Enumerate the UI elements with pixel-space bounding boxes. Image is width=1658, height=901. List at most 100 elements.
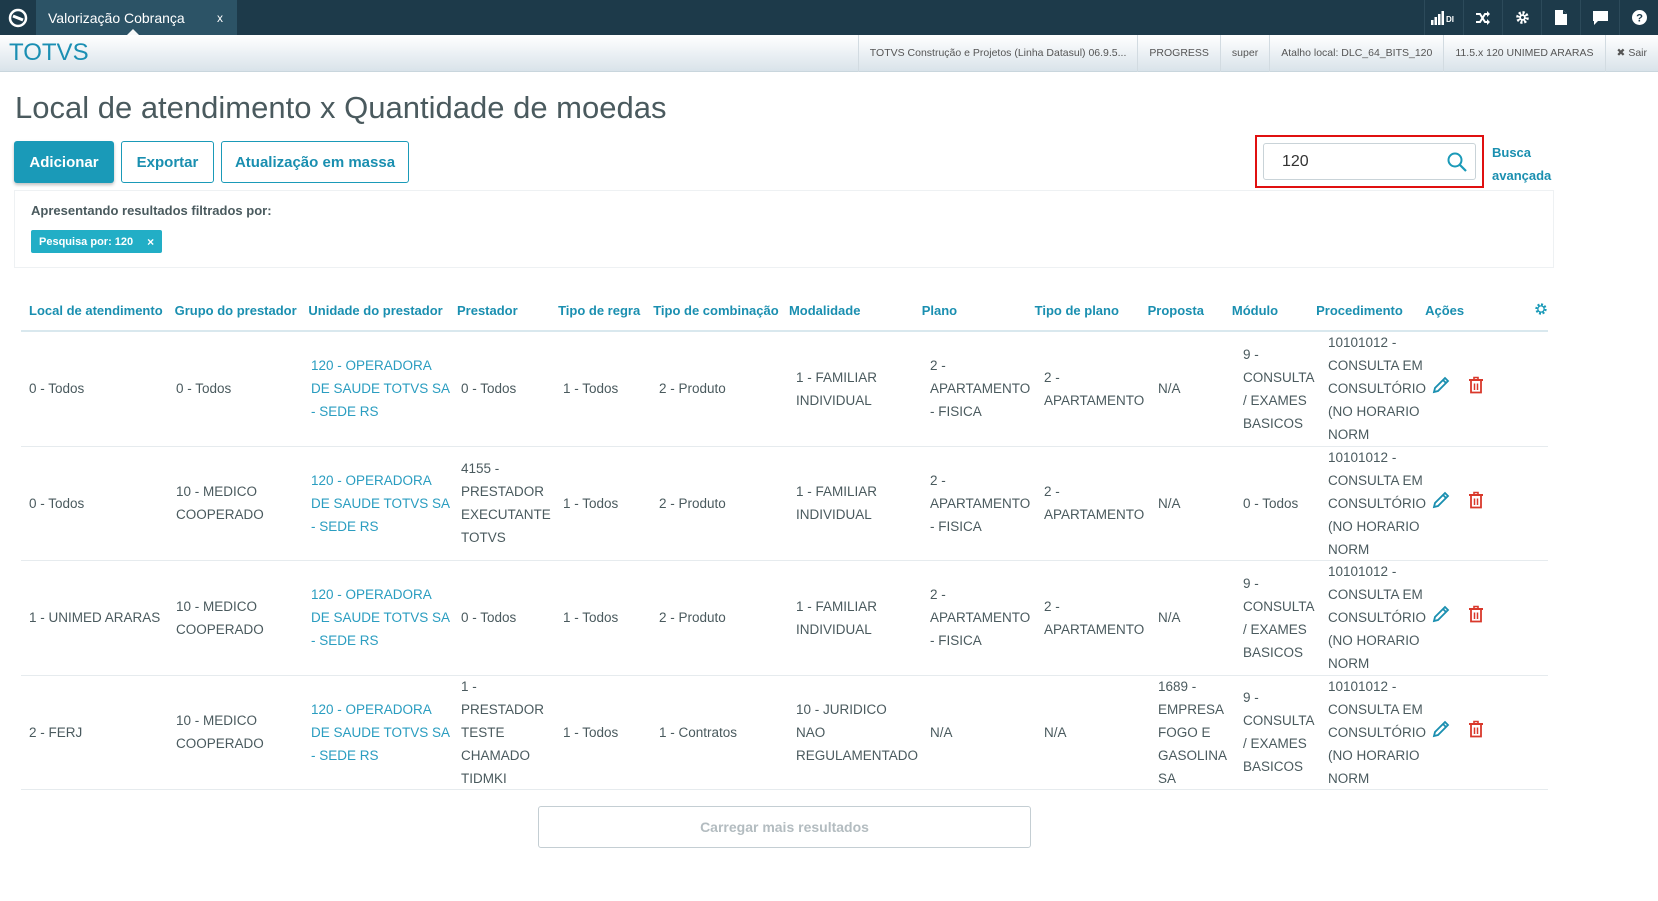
cell-line: PRESTADOR <box>461 484 545 500</box>
search-icon[interactable] <box>1447 152 1467 172</box>
delete-icon[interactable] <box>1468 491 1484 516</box>
edit-icon[interactable] <box>1432 491 1450 516</box>
cell-line: CONSULTA <box>1243 713 1315 729</box>
cell-procedimento: 10101012 - CONSULTA EM CONSULTÓRIO (NO HORA… <box>1320 560 1430 675</box>
gear-icon[interactable] <box>1502 0 1541 35</box>
column-header[interactable]: Procedimento <box>1308 303 1417 318</box>
column-header[interactable]: Tipo de combinação <box>645 303 781 318</box>
cell-unidade[interactable]: 120 - OPERADORA DE SAUDE TOTVS SA - SEDE R… <box>303 354 453 423</box>
cell-line: INDIVIDUAL <box>796 392 872 408</box>
cell-line: (NO HORARIO <box>1328 518 1420 534</box>
tab-valorizacao-cobranca[interactable]: Valorização Cobrança x <box>36 0 237 36</box>
search-input[interactable]: 120 <box>1263 143 1476 180</box>
cell-grupo: 0 - Todos <box>168 377 303 400</box>
cell-tipo-regra: 1 - Todos <box>555 606 651 629</box>
signal-icon[interactable]: DI <box>1424 0 1463 35</box>
cell-grupo: 10 - MEDICO COOPERADO <box>168 480 303 526</box>
brand-logo: TOTVS <box>9 39 89 66</box>
cell-line: APARTAMENTO <box>1044 621 1145 637</box>
remove-filter-icon[interactable]: × <box>147 235 154 249</box>
column-header[interactable]: Unidade do prestador <box>300 303 449 318</box>
row-actions <box>1430 720 1548 745</box>
table-row[interactable]: 2 - FERJ 10 - MEDICO COOPERADO 120 - OPERAD… <box>21 676 1548 790</box>
company-info[interactable]: 11.5.x 120 UNIMED ARARAS <box>1443 34 1604 72</box>
table-settings-icon[interactable] <box>1534 302 1548 319</box>
cell-line: SA <box>1158 770 1177 786</box>
user-info[interactable]: super <box>1219 34 1269 72</box>
load-more-button[interactable]: Carregar mais resultados <box>538 806 1031 848</box>
table-row[interactable]: 0 - Todos 0 - Todos 120 - OPERADORA DE SAUD… <box>21 332 1548 447</box>
table-row[interactable]: 1 - UNIMED ARARAS 10 - MEDICO COOPERADO 120… <box>21 561 1548 676</box>
shuffle-icon[interactable] <box>1463 0 1502 35</box>
cell-line: N/A <box>1044 724 1067 740</box>
table-row[interactable]: 0 - Todos 10 - MEDICO COOPERADO 120 - OPERA… <box>21 447 1548 561</box>
cell-line: DE SAUDE TOTVS SA <box>311 495 451 511</box>
cell-line: 1 - Todos <box>563 724 619 740</box>
cell-line: 120 - OPERADORA <box>311 701 432 717</box>
cell-line: NAO <box>796 724 826 740</box>
cell-line: 1 - Todos <box>563 495 619 511</box>
column-header[interactable]: Proposta <box>1140 303 1224 318</box>
tab-close-icon[interactable]: x <box>217 11 223 25</box>
row-actions <box>1430 491 1548 516</box>
advanced-search-link[interactable]: Busca avançada <box>1492 141 1551 187</box>
advanced-search-line1: Busca <box>1492 145 1532 160</box>
delete-icon[interactable] <box>1468 605 1484 630</box>
filter-chip-label: Pesquisa por: 120 <box>39 235 134 248</box>
delete-icon[interactable] <box>1468 376 1484 401</box>
column-header[interactable]: Tipo de plano <box>1027 303 1140 318</box>
cell-line: 1689 - <box>1158 678 1197 694</box>
column-header[interactable]: Módulo <box>1224 303 1308 318</box>
column-header[interactable]: Grupo do prestador <box>167 303 301 318</box>
column-header[interactable]: Prestador <box>449 303 550 318</box>
edit-icon[interactable] <box>1432 720 1450 745</box>
add-button[interactable]: Adicionar <box>14 141 114 183</box>
cell-line: - FISICA <box>930 404 982 420</box>
shortcut-info: Atalho local: DLC_64_BITS_120 <box>1269 34 1443 72</box>
column-header[interactable]: Local de atendimento <box>21 303 167 318</box>
help-icon[interactable]: ? <box>1619 0 1658 35</box>
cell-line: 0 - Todos <box>176 381 232 397</box>
cell-prestador: 4155 - PRESTADOR EXECUTANTE TOTVS <box>453 457 555 549</box>
cell-line: 1 - FAMILIAR <box>796 484 878 500</box>
cell-line: 2 - Produto <box>659 381 726 397</box>
cell-line: 2 - <box>930 587 946 603</box>
cell-line: APARTAMENTO <box>930 381 1031 397</box>
cell-line: APARTAMENTO <box>1044 392 1145 408</box>
export-button[interactable]: Exportar <box>121 141 214 183</box>
cell-unidade[interactable]: 120 - OPERADORA DE SAUDE TOTVS SA - SEDE R… <box>303 698 453 767</box>
cell-line: PRESTADOR <box>461 701 545 717</box>
logout-button[interactable]: ✖ Sair <box>1604 34 1658 72</box>
filter-label: Apresentando resultados filtrados por: <box>31 203 272 218</box>
edit-icon[interactable] <box>1432 605 1450 630</box>
cell-unidade[interactable]: 120 - OPERADORA DE SAUDE TOTVS SA - SEDE R… <box>303 583 453 652</box>
cell-line: / EXAMES <box>1243 392 1307 408</box>
cell-line: N/A <box>1158 381 1181 397</box>
cell-line: CONSULTA EM <box>1328 701 1423 717</box>
totvs-logo-icon[interactable] <box>0 0 36 35</box>
cell-line: 1 - Contratos <box>659 724 738 740</box>
cell-line: 2 - Produto <box>659 610 726 626</box>
column-header[interactable]: Tipo de regra <box>550 303 645 318</box>
cell-plano: N/A <box>922 721 1036 744</box>
cell-unidade[interactable]: 120 - OPERADORA DE SAUDE TOTVS SA - SEDE R… <box>303 469 453 538</box>
bulk-update-button[interactable]: Atualização em massa <box>221 141 409 183</box>
cell-line: DE SAUDE TOTVS SA <box>311 381 451 397</box>
cell-line: / EXAMES <box>1243 736 1307 752</box>
edit-icon[interactable] <box>1432 376 1450 401</box>
chat-icon[interactable] <box>1580 0 1619 35</box>
cell-line: 2 - FERJ <box>29 724 83 740</box>
cell-tipo-plano: 2 - APARTAMENTO <box>1036 366 1150 412</box>
cell-line: - SEDE RS <box>311 633 379 649</box>
cell-prestador: 0 - Todos <box>453 377 555 400</box>
column-header: Ações <box>1425 302 1465 318</box>
cell-line: 120 - OPERADORA <box>311 472 432 488</box>
delete-icon[interactable] <box>1468 720 1484 745</box>
svg-text:?: ? <box>1636 13 1643 25</box>
column-header[interactable]: Plano <box>914 303 1027 318</box>
cell-tipo-regra: 1 - Todos <box>555 377 651 400</box>
document-icon[interactable] <box>1541 0 1580 35</box>
page-title: Local de atendimento x Quantidade de moe… <box>15 90 667 125</box>
column-header[interactable]: Modalidade <box>781 303 914 318</box>
cell-line: CONSULTÓRIO <box>1328 495 1427 511</box>
